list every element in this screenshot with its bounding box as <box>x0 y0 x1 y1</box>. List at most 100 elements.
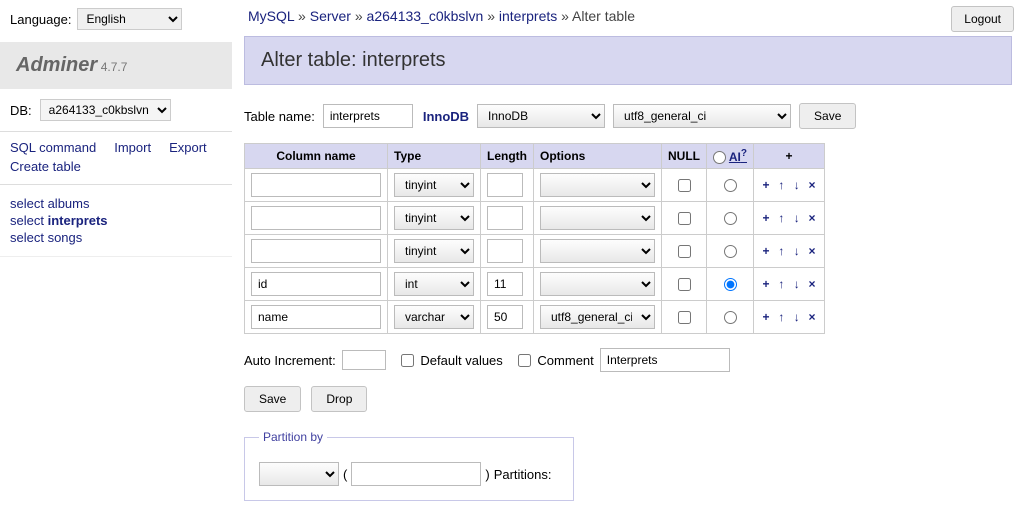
column-name-input[interactable] <box>251 206 381 230</box>
column-type-select[interactable]: tinyint <box>394 239 474 263</box>
table-row: tinyint + ↑ ↓ × <box>245 235 825 268</box>
bc-db[interactable]: a264133_c0kbslvn <box>367 8 484 24</box>
column-options-select[interactable]: utf8_general_ci <box>540 305 655 329</box>
th-type: Type <box>388 144 481 169</box>
column-ai-radio[interactable] <box>724 179 737 192</box>
auto-increment-input[interactable] <box>342 350 386 370</box>
bc-server[interactable]: Server <box>310 8 351 24</box>
column-options-select[interactable] <box>540 239 655 263</box>
column-null-checkbox[interactable] <box>678 212 691 225</box>
row-up-icon[interactable]: ↑ <box>775 310 787 324</box>
default-values-label: Default values <box>420 353 502 368</box>
comment-input[interactable] <box>600 348 730 372</box>
collation-select[interactable]: utf8_general_ci <box>613 104 791 128</box>
row-down-icon[interactable]: ↓ <box>791 178 803 192</box>
column-ai-radio[interactable] <box>724 212 737 225</box>
column-length-input[interactable] <box>487 173 523 197</box>
language-select[interactable]: English <box>77 8 182 30</box>
page-title: Alter table: interprets <box>261 49 995 72</box>
row-remove-icon[interactable]: × <box>806 211 818 225</box>
row-up-icon[interactable]: ↑ <box>775 244 787 258</box>
column-null-checkbox[interactable] <box>678 179 691 192</box>
th-ai: AI? <box>707 144 754 169</box>
column-type-select[interactable]: int <box>394 272 474 296</box>
row-remove-icon[interactable]: × <box>806 178 818 192</box>
column-null-checkbox[interactable] <box>678 311 691 324</box>
row-remove-icon[interactable]: × <box>806 277 818 291</box>
engine-select[interactable]: InnoDB <box>477 104 605 128</box>
column-name-input[interactable] <box>251 173 381 197</box>
row-down-icon[interactable]: ↓ <box>791 277 803 291</box>
row-down-icon[interactable]: ↓ <box>791 244 803 258</box>
column-ai-radio[interactable] <box>724 245 737 258</box>
bc-table[interactable]: interprets <box>499 8 557 24</box>
row-add-icon[interactable]: + <box>760 277 772 291</box>
drop-button[interactable]: Drop <box>311 386 367 412</box>
row-add-icon[interactable]: + <box>760 178 772 192</box>
partition-type-select[interactable] <box>259 462 339 486</box>
column-name-input[interactable] <box>251 305 381 329</box>
row-add-icon[interactable]: + <box>760 244 772 258</box>
th-null: NULL <box>662 144 707 169</box>
column-options-select[interactable] <box>540 173 655 197</box>
db-select[interactable]: a264133_c0kbslvn <box>40 99 171 121</box>
brand-version: 4.7.7 <box>101 60 128 74</box>
row-down-icon[interactable]: ↓ <box>791 310 803 324</box>
table-link-albums[interactable]: select albums <box>10 196 90 211</box>
column-type-select[interactable]: varchar <box>394 305 474 329</box>
bc-driver[interactable]: MySQL <box>248 8 294 24</box>
row-down-icon[interactable]: ↓ <box>791 211 803 225</box>
save-top-button[interactable]: Save <box>799 103 856 129</box>
default-values-checkbox[interactable] <box>401 354 414 367</box>
ai-header-radio[interactable] <box>713 151 726 164</box>
column-options-select[interactable] <box>540 206 655 230</box>
paren-open: ( <box>343 467 347 482</box>
column-type-select[interactable]: tinyint <box>394 173 474 197</box>
column-length-input[interactable] <box>487 239 523 263</box>
row-remove-icon[interactable]: × <box>806 310 818 324</box>
language-label: Language: <box>10 12 71 27</box>
table-row: int + ↑ ↓ × <box>245 268 825 301</box>
th-add[interactable]: + <box>754 144 825 169</box>
db-label: DB: <box>10 103 32 118</box>
column-null-checkbox[interactable] <box>678 245 691 258</box>
logout-button[interactable]: Logout <box>951 6 1014 32</box>
save-button[interactable]: Save <box>244 386 301 412</box>
th-length: Length <box>481 144 534 169</box>
partition-expr-input[interactable] <box>351 462 481 486</box>
engine-link[interactable]: InnoDB <box>423 109 469 124</box>
row-up-icon[interactable]: ↑ <box>775 178 787 192</box>
column-length-input[interactable] <box>487 272 523 296</box>
column-null-checkbox[interactable] <box>678 278 691 291</box>
column-options-select[interactable] <box>540 272 655 296</box>
row-up-icon[interactable]: ↑ <box>775 277 787 291</box>
table-row: tinyint + ↑ ↓ × <box>245 202 825 235</box>
export-link[interactable]: Export <box>169 140 207 155</box>
row-add-icon[interactable]: + <box>760 211 772 225</box>
sql-command-link[interactable]: SQL command <box>10 140 96 155</box>
row-up-icon[interactable]: ↑ <box>775 211 787 225</box>
brand-box: Adminer 4.7.7 <box>0 42 232 89</box>
ai-help-link[interactable]: AI? <box>729 150 747 164</box>
partitions-label: Partitions: <box>494 467 552 482</box>
table-row: varchar utf8_general_ci + ↑ ↓ × <box>245 301 825 334</box>
column-name-input[interactable] <box>251 239 381 263</box>
table-link-songs[interactable]: select songs <box>10 230 82 245</box>
column-ai-radio[interactable] <box>724 278 737 291</box>
row-remove-icon[interactable]: × <box>806 244 818 258</box>
column-type-select[interactable]: tinyint <box>394 206 474 230</box>
column-name-input[interactable] <box>251 272 381 296</box>
column-length-input[interactable] <box>487 206 523 230</box>
row-add-icon[interactable]: + <box>760 310 772 324</box>
create-table-link[interactable]: Create table <box>10 159 81 174</box>
import-link[interactable]: Import <box>114 140 151 155</box>
table-name-input[interactable] <box>323 104 413 128</box>
th-options: Options <box>534 144 662 169</box>
bc-tail: Alter table <box>572 8 635 24</box>
column-length-input[interactable] <box>487 305 523 329</box>
comment-checkbox[interactable] <box>518 354 531 367</box>
table-link-interprets[interactable]: select interprets <box>10 213 108 228</box>
column-ai-radio[interactable] <box>724 311 737 324</box>
brand-name: Adminer <box>16 54 97 76</box>
comment-label: Comment <box>537 353 593 368</box>
